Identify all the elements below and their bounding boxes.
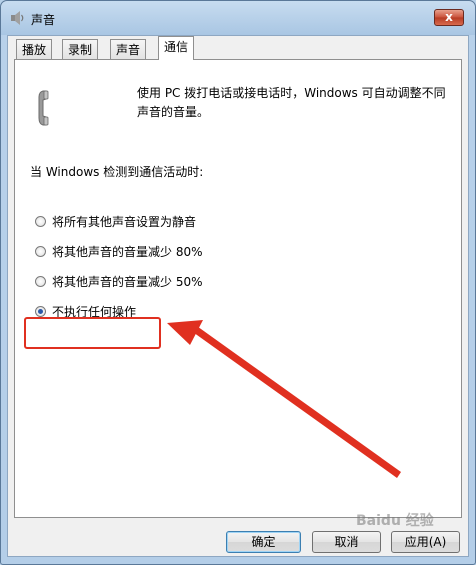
option-mute-all[interactable]: 将所有其他声音设置为静音: [35, 213, 196, 230]
option-label: 将所有其他声音设置为静音: [52, 215, 197, 229]
annotation-highlight-box: [24, 317, 161, 349]
apply-button[interactable]: 应用(A): [391, 531, 460, 553]
ok-button[interactable]: 确定: [226, 531, 301, 553]
radio-button[interactable]: [35, 216, 46, 227]
tab-recording[interactable]: 录制: [62, 39, 99, 59]
option-label: 将其他声音的音量减少 80%: [52, 245, 203, 259]
radio-button-selected[interactable]: [35, 306, 46, 317]
section-label: 当 Windows 检测到通信活动时:: [30, 165, 204, 179]
title-bar[interactable]: 声音 x: [1, 1, 475, 35]
watermark: Baidu 经验: [356, 513, 434, 529]
tab-communications[interactable]: 通信: [158, 36, 195, 60]
cancel-button[interactable]: 取消: [312, 531, 381, 553]
radio-button[interactable]: [35, 246, 46, 257]
communications-description: 使用 PC 拨打电话或接电话时，Windows 可自动调整不同声音的音量。: [137, 86, 446, 119]
option-label: 将其他声音的音量减少 50%: [52, 275, 203, 289]
tab-sounds[interactable]: 声音: [110, 39, 147, 59]
option-reduce-50[interactable]: 将其他声音的音量减少 50%: [35, 273, 203, 290]
tab-playback[interactable]: 播放: [16, 39, 53, 59]
close-icon: x: [445, 10, 453, 24]
sound-dialog: 声音 x 播放 录制 声音 通信 使用 PC 拨打电话或接电话时，Windows…: [0, 0, 476, 565]
window-title: 声音: [31, 13, 56, 27]
speaker-icon: [11, 11, 24, 25]
radio-button[interactable]: [35, 276, 46, 287]
communications-panel: 使用 PC 拨打电话或接电话时，Windows 可自动调整不同声音的音量。 当 …: [14, 59, 462, 518]
telephone-icon: [38, 90, 49, 126]
option-reduce-80[interactable]: 将其他声音的音量减少 80%: [35, 243, 203, 260]
close-button[interactable]: x: [434, 9, 464, 26]
dialog-body: 播放 录制 声音 通信 使用 PC 拨打电话或接电话时，Windows 可自动调…: [7, 35, 469, 557]
